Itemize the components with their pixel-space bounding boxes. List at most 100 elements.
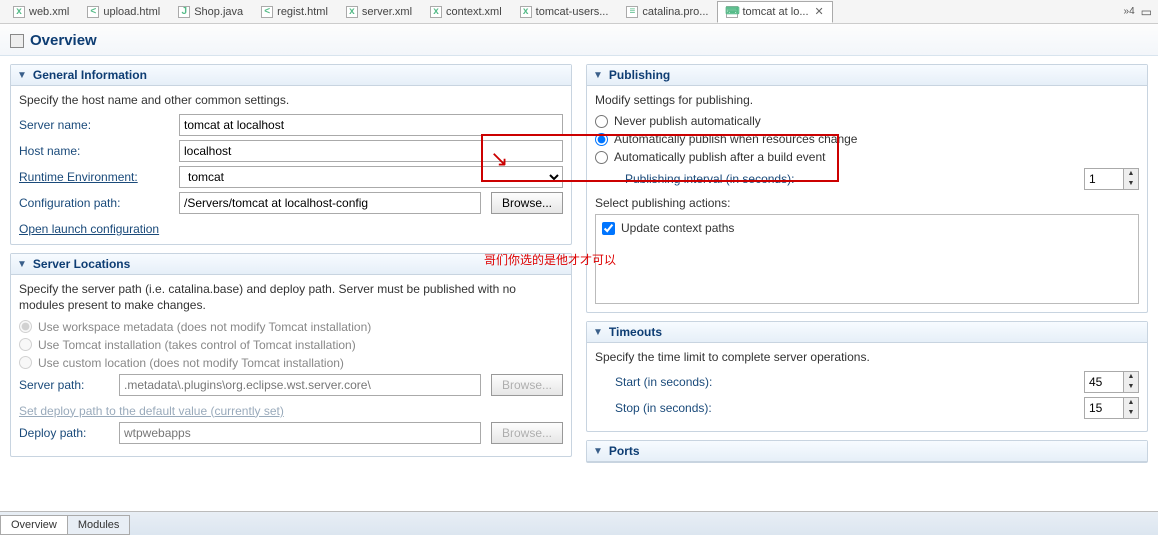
spin-down-icon[interactable]: ▼ — [1124, 179, 1138, 189]
deploy-path-input — [119, 422, 481, 444]
publishing-desc: Modify settings for publishing. — [595, 92, 1139, 108]
twisty-down-icon: ▼ — [17, 70, 27, 81]
section-title: Ports — [609, 444, 640, 458]
page-title: Overview — [30, 32, 97, 49]
section-head-publishing[interactable]: ▼ Publishing — [587, 65, 1147, 86]
section-head-locations[interactable]: ▼ Server Locations — [11, 254, 571, 275]
section-server-locations: ▼ Server Locations Specify the server pa… — [10, 253, 572, 456]
tab-label: tomcat-users... — [536, 6, 609, 18]
loc-radio-tomcat — [19, 338, 32, 351]
tab-label: regist.html — [277, 6, 328, 18]
section-title: Server Locations — [33, 257, 130, 271]
html-file-icon: < — [87, 6, 99, 18]
start-timeout-spinner[interactable]: ▲▼ — [1084, 371, 1139, 393]
section-title: Publishing — [609, 68, 670, 82]
spin-up-icon[interactable]: ▲ — [1124, 372, 1138, 382]
spin-up-icon[interactable]: ▲ — [1124, 398, 1138, 408]
section-ports: ▼ Ports — [586, 440, 1148, 463]
actions-label: Select publishing actions: — [595, 196, 1139, 210]
loc-radio-custom — [19, 356, 32, 369]
server-name-label: Server name: — [19, 118, 169, 132]
browse-server-path-button: Browse... — [491, 374, 563, 396]
tab-contextxml[interactable]: x context.xml — [421, 1, 511, 23]
spin-down-icon[interactable]: ▼ — [1124, 382, 1138, 392]
timeouts-desc: Specify the time limit to complete serve… — [595, 349, 1139, 365]
loc-radio-workspace — [19, 320, 32, 333]
pub-radio-auto-build[interactable] — [595, 151, 608, 164]
host-name-label: Host name: — [19, 144, 169, 158]
bottom-tab-modules[interactable]: Modules — [67, 515, 131, 535]
interval-input[interactable] — [1084, 168, 1124, 190]
host-name-input[interactable] — [179, 140, 563, 162]
tab-regist[interactable]: < regist.html — [252, 1, 337, 23]
stop-timeout-input[interactable] — [1084, 397, 1124, 419]
pub-opt3-label: Automatically publish after a build even… — [614, 150, 825, 164]
start-timeout-label: Start (in seconds): — [595, 375, 1084, 389]
close-icon[interactable]: ✕ — [815, 5, 824, 18]
pub-opt1-label: Never publish automatically — [614, 114, 761, 128]
server-name-input[interactable] — [179, 114, 563, 136]
tab-overflow[interactable]: »4 ▭ — [1124, 5, 1158, 19]
interval-spinner[interactable]: ▲▼ — [1084, 168, 1139, 190]
xml-file-icon: x — [13, 6, 25, 18]
tab-upload[interactable]: < upload.html — [78, 1, 169, 23]
loc-opt3-label: Use custom location (does not modify Tom… — [38, 356, 344, 370]
stop-timeout-label: Stop (in seconds): — [595, 401, 1084, 415]
tab-tomcatusers[interactable]: x tomcat-users... — [511, 1, 618, 23]
pub-radio-never[interactable] — [595, 115, 608, 128]
tab-label: upload.html — [103, 6, 160, 18]
config-path-label: Configuration path: — [19, 196, 169, 210]
browse-config-button[interactable]: Browse... — [491, 192, 563, 214]
twisty-down-icon: ▼ — [593, 446, 603, 457]
xml-file-icon: x — [346, 6, 358, 18]
open-launch-link[interactable]: Open launch configuration — [19, 222, 159, 236]
publishing-actions-box: Update context paths — [595, 214, 1139, 304]
loc-opt2-label: Use Tomcat installation (takes control o… — [38, 338, 356, 352]
loc-opt1-label: Use workspace metadata (does not modify … — [38, 320, 371, 334]
pub-opt2-label: Automatically publish when resources cha… — [614, 132, 857, 146]
set-default-deploy-link: Set deploy path to the default value (cu… — [19, 404, 284, 418]
tab-serverxml[interactable]: x server.xml — [337, 1, 421, 23]
interval-label: Publishing interval (in seconds): — [625, 172, 1084, 186]
deploy-path-label: Deploy path: — [19, 426, 109, 440]
update-context-label: Update context paths — [621, 221, 734, 235]
bottom-tab-overview[interactable]: Overview — [0, 515, 68, 535]
tab-label: context.xml — [446, 6, 502, 18]
editor-page-tabs: Overview Modules — [0, 511, 1158, 535]
tab-catalina[interactable]: ≡catalina.pro... — [617, 1, 717, 23]
overflow-chevron-icon: »4 — [1124, 6, 1135, 17]
stop-timeout-spinner[interactable]: ▲▼ — [1084, 397, 1139, 419]
server-path-input — [119, 374, 481, 396]
runtime-env-label[interactable]: Runtime Environment: — [19, 170, 169, 184]
xml-file-icon: x — [430, 6, 442, 18]
section-head-ports[interactable]: ▼ Ports — [587, 441, 1147, 462]
page-header: Overview — [0, 24, 1158, 56]
html-file-icon: < — [261, 6, 273, 18]
tab-webxml[interactable]: x web.xml — [4, 1, 78, 23]
runtime-env-select[interactable]: tomcat — [179, 166, 563, 188]
tab-label: Shop.java — [194, 6, 243, 18]
start-timeout-input[interactable] — [1084, 371, 1124, 393]
spin-up-icon[interactable]: ▲ — [1124, 169, 1138, 179]
config-path-input[interactable] — [179, 192, 481, 214]
pub-radio-auto-resource[interactable] — [595, 133, 608, 146]
section-title: General Information — [33, 68, 147, 82]
tab-shopjava[interactable]: J Shop.java — [169, 1, 252, 23]
xml-file-icon: x — [520, 6, 532, 18]
general-desc: Specify the host name and other common s… — [19, 92, 563, 108]
section-head-general[interactable]: ▼ General Information — [11, 65, 571, 86]
section-head-timeouts[interactable]: ▼ Timeouts — [587, 322, 1147, 343]
tab-label: web.xml — [29, 6, 69, 18]
section-publishing: ▼ Publishing Modify settings for publish… — [586, 64, 1148, 313]
java-file-icon: J — [178, 6, 190, 18]
browse-deploy-path-button: Browse... — [491, 422, 563, 444]
tab-tomcatserver[interactable]: ⌨tomcat at lo...✕ — [717, 1, 832, 23]
spin-down-icon[interactable]: ▼ — [1124, 408, 1138, 418]
overview-icon — [10, 34, 24, 48]
tab-label: catalina.pro... — [642, 6, 708, 18]
tab-label: server.xml — [362, 6, 412, 18]
maximize-icon[interactable]: ▭ — [1141, 5, 1152, 19]
twisty-down-icon: ▼ — [17, 259, 27, 270]
update-context-checkbox[interactable] — [602, 222, 615, 235]
twisty-down-icon: ▼ — [593, 327, 603, 338]
